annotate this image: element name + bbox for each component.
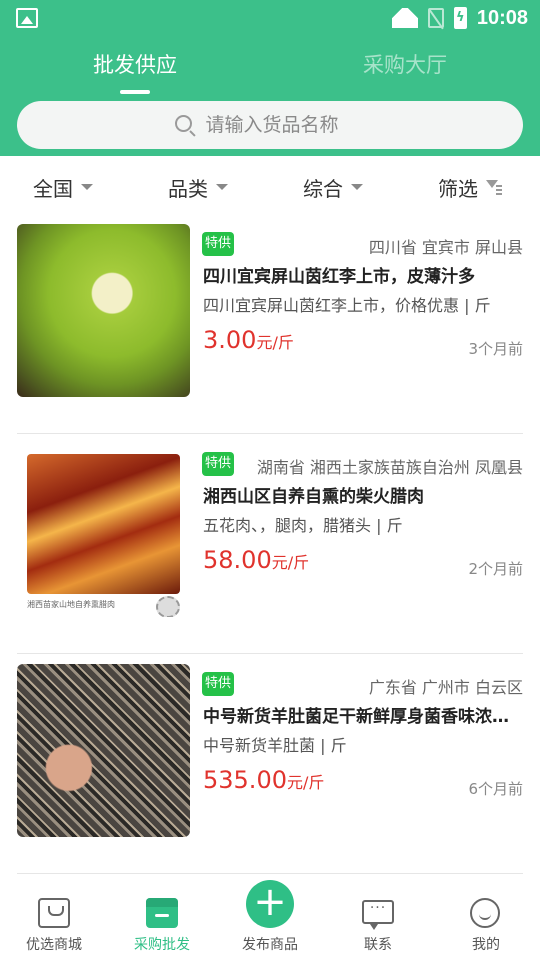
special-tag: 特供 [202, 672, 234, 696]
filter-category[interactable]: 品类 [168, 160, 228, 214]
image-caption: 湘西苗家山地自养熏腊肉 [27, 600, 115, 609]
bottom-nav: 优选商城 采购批发 + 发布商品 联系 我的 [0, 880, 540, 960]
search-bar[interactable] [17, 101, 523, 149]
filter-sort-label: 综合 [303, 176, 343, 201]
search-input[interactable] [205, 114, 366, 136]
item-price: 3.00元/斤 [203, 326, 294, 354]
no-sim-icon [427, 8, 444, 28]
special-tag: 特供 [202, 452, 234, 476]
special-tag: 特供 [202, 232, 234, 256]
price-unit: 元/斤 [271, 553, 310, 572]
price-value: 3.00 [203, 326, 257, 354]
status-icons: 10:08 [392, 4, 528, 32]
list-item[interactable]: 特供 广东省 广州市 白云区 中号新货羊肚菌足干新鲜厚身菌香味浓一… 中号新货羊… [17, 654, 523, 874]
filter-screen[interactable]: 筛选 [438, 160, 502, 214]
nav-label: 我的 [472, 937, 500, 953]
item-desc: 四川宜宾屏山茵红李上市，价格优惠 | 斤 [203, 296, 491, 315]
chat-icon [362, 900, 394, 930]
nav-label: 优选商城 [26, 937, 82, 953]
price-unit: 元/斤 [286, 773, 325, 792]
price-value: 535.00 [203, 766, 287, 794]
battery-charging-icon [453, 7, 467, 29]
plus-icon[interactable]: + [246, 880, 294, 928]
caret-down-icon [351, 184, 363, 190]
filter-funnel-icon [486, 179, 502, 195]
item-title: 四川宜宾屏山茵红李上市，皮薄汁多 [203, 267, 475, 287]
app-header: 10:08 批发供应 采购大厅 [0, 0, 540, 156]
tab-purchase-hall[interactable]: 采购大厅 [325, 46, 485, 84]
gallery-icon [16, 8, 38, 28]
item-price: 535.00元/斤 [203, 766, 324, 794]
cured-meat-image [27, 454, 180, 594]
nav-mall[interactable]: 优选商城 [0, 886, 108, 960]
smile-icon [470, 898, 500, 928]
nav-mine[interactable]: 我的 [432, 886, 540, 960]
item-time: 3个月前 [468, 340, 523, 358]
list-item[interactable]: 湘西苗家山地自养熏腊肉 特供 湖南省 湘西土家族苗族自治州 凤凰县 湘西山区自养… [17, 434, 523, 654]
filter-sort[interactable]: 综合 [303, 160, 363, 214]
status-bar: 10:08 [0, 0, 540, 36]
item-title: 中号新货羊肚菌足干新鲜厚身菌香味浓一… [203, 707, 523, 727]
item-location: 湖南省 湘西土家族苗族自治州 凤凰县 [256, 458, 523, 477]
item-time: 6个月前 [468, 780, 523, 798]
seal-icon [156, 596, 180, 617]
item-desc: 中号新货羊肚菌 | 斤 [203, 736, 347, 755]
nav-label: 联系 [364, 937, 392, 953]
nav-label: 采购批发 [134, 937, 190, 953]
filter-screen-label: 筛选 [438, 176, 478, 201]
item-location: 广东省 广州市 白云区 [368, 678, 523, 697]
item-time: 2个月前 [468, 560, 523, 578]
wifi-icon [392, 8, 418, 28]
item-desc: 五花肉、，腿肉，腊猪头 | 斤 [203, 516, 403, 535]
product-image: 湘西苗家山地自养熏腊肉 [17, 444, 190, 617]
top-tabs: 批发供应 采购大厅 [0, 46, 540, 94]
caret-down-icon [81, 184, 93, 190]
search-icon [174, 114, 192, 132]
list-item[interactable]: 特供 四川省 宜宾市 屏山县 四川宜宾屏山茵红李上市，皮薄汁多 四川宜宾屏山茵红… [17, 214, 523, 434]
nav-wholesale[interactable]: 采购批发 [108, 886, 216, 960]
active-tab-indicator [120, 90, 150, 94]
nav-contact[interactable]: 联系 [324, 886, 432, 960]
shopping-bag-icon [38, 898, 70, 928]
product-image [17, 664, 190, 837]
store-icon [146, 898, 178, 928]
filter-region[interactable]: 全国 [33, 160, 93, 214]
nav-label: 发布商品 [242, 937, 298, 953]
item-price: 58.00元/斤 [203, 546, 309, 574]
filter-bar: 全国 品类 综合 筛选 [0, 160, 540, 214]
price-value: 58.00 [203, 546, 272, 574]
tab-wholesale-supply[interactable]: 批发供应 [55, 46, 215, 84]
filter-region-label: 全国 [33, 176, 73, 201]
item-location: 四川省 宜宾市 屏山县 [368, 238, 523, 257]
price-unit: 元/斤 [256, 333, 294, 352]
status-time: 10:08 [476, 6, 528, 29]
item-title: 湘西山区自养自熏的柴火腊肉 [203, 487, 424, 507]
product-image [17, 224, 190, 397]
filter-category-label: 品类 [168, 176, 208, 201]
caret-down-icon [216, 184, 228, 190]
nav-publish[interactable]: + 发布商品 [216, 880, 324, 960]
